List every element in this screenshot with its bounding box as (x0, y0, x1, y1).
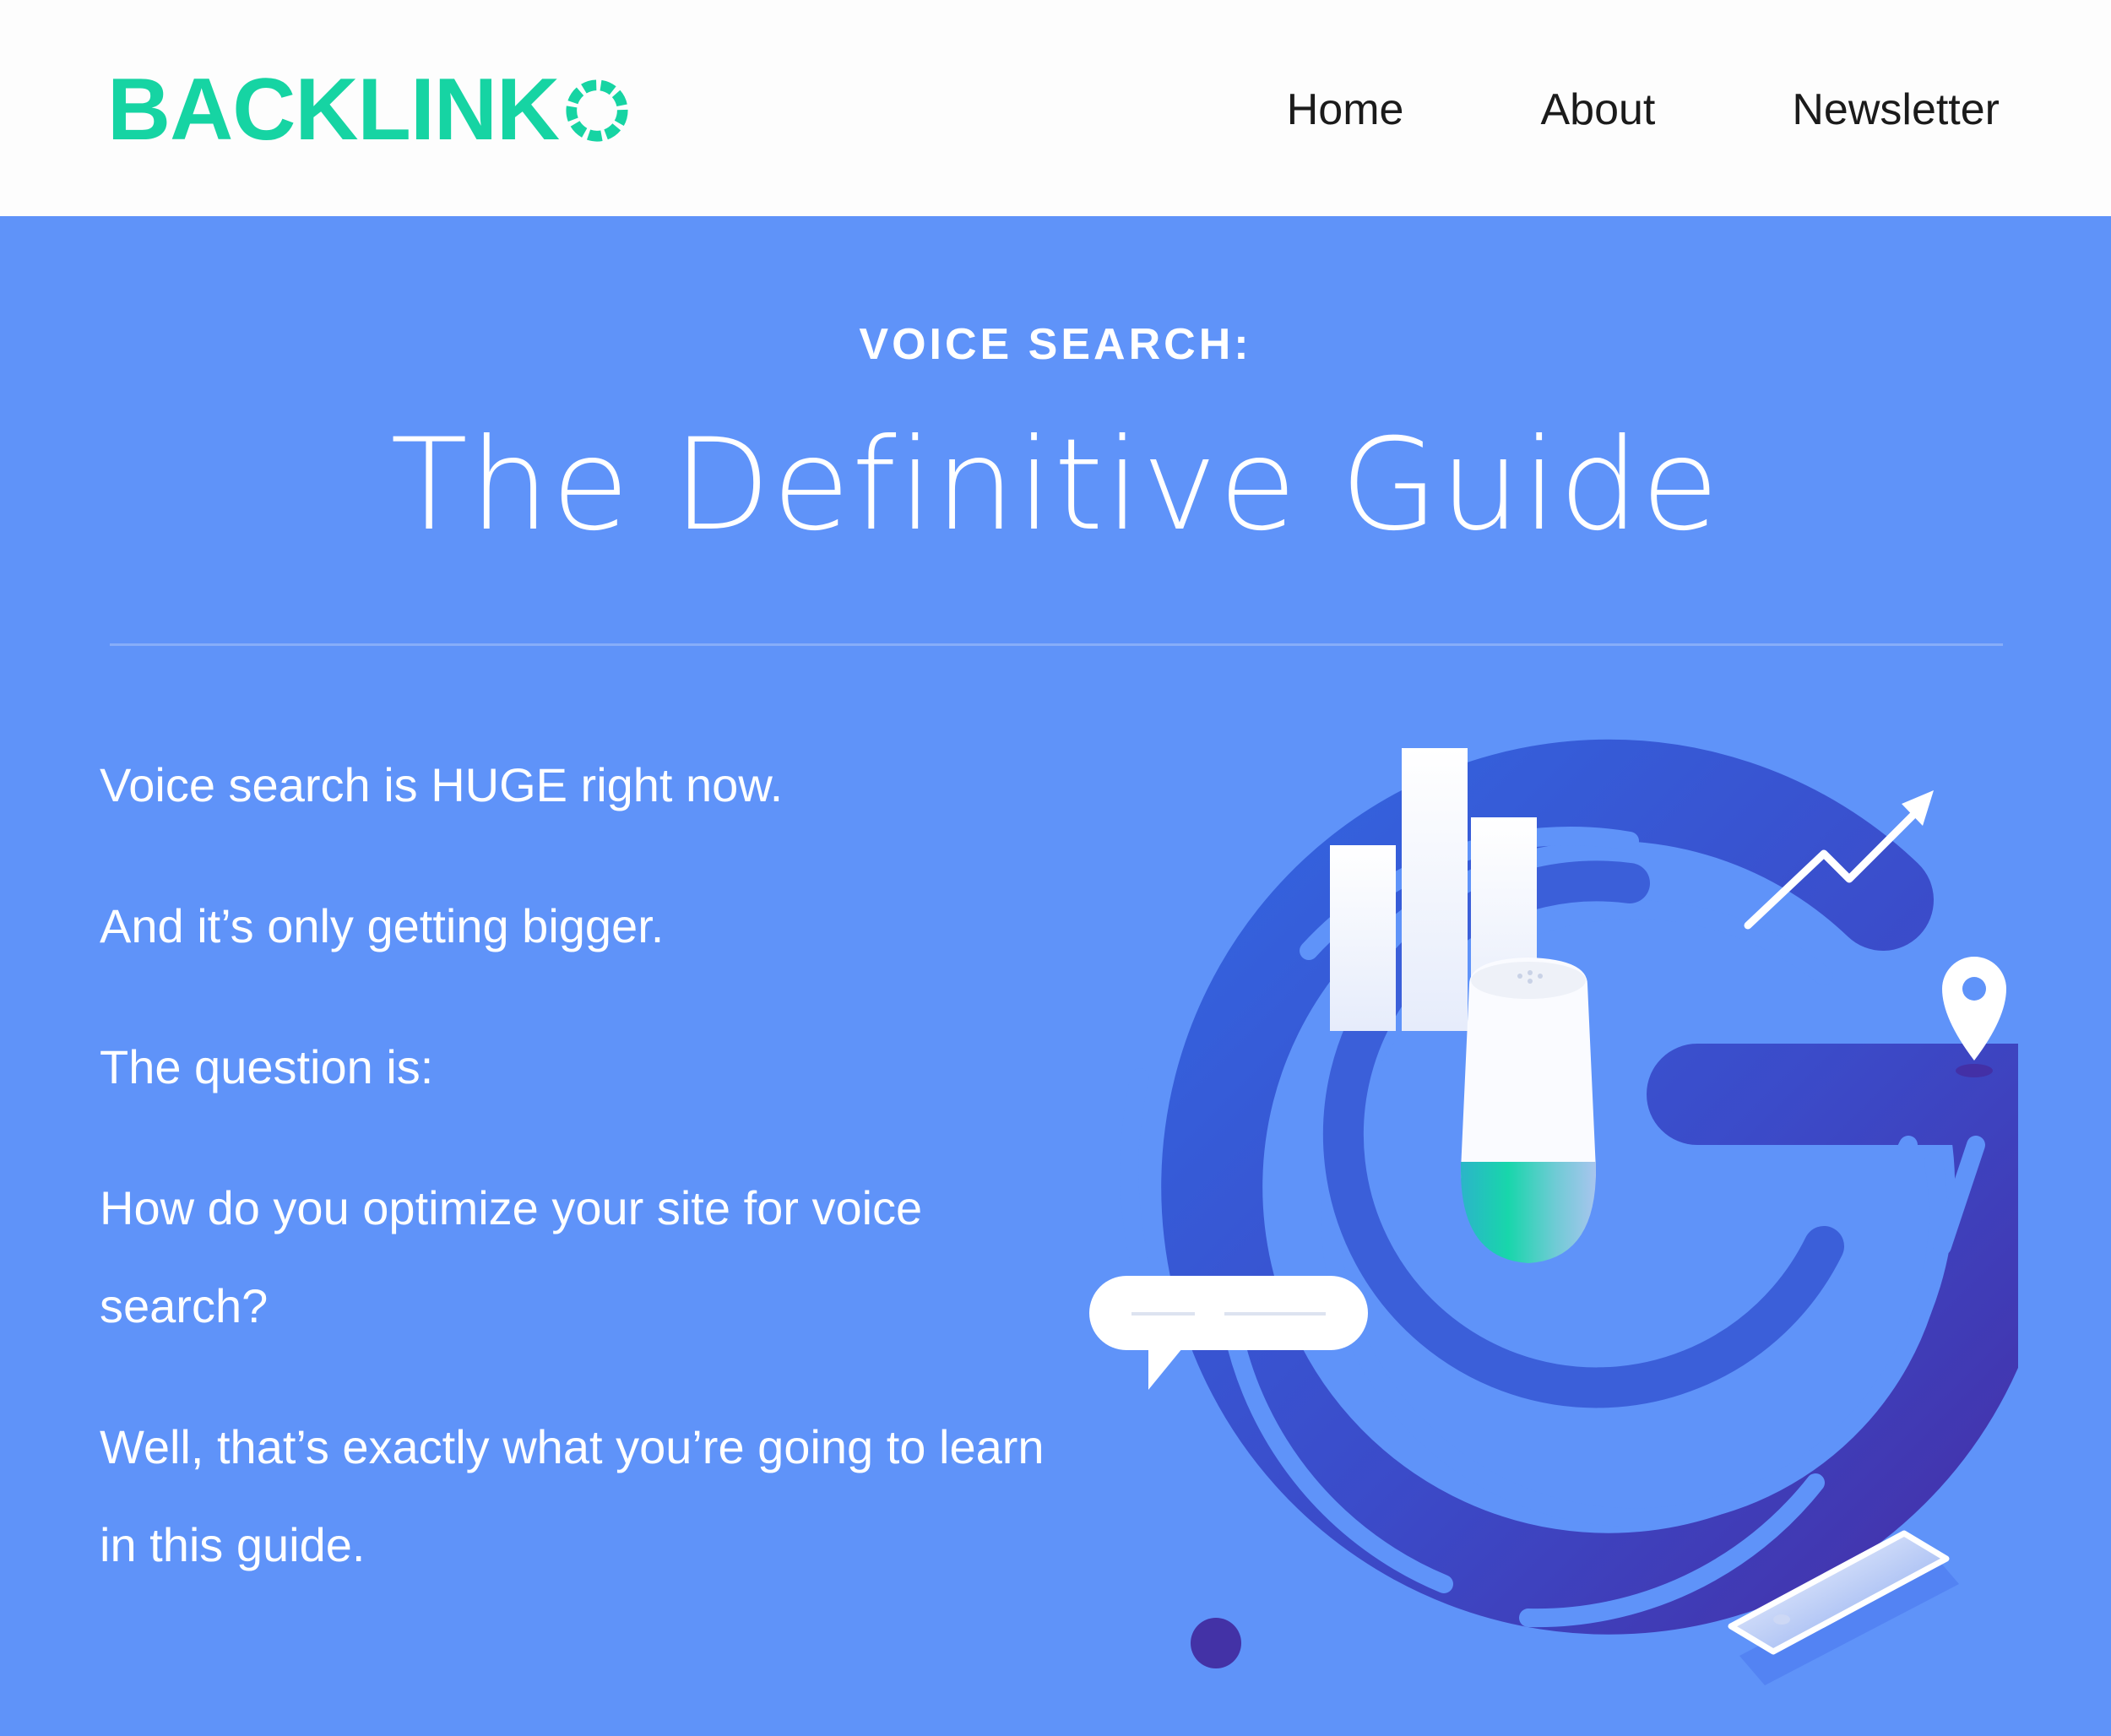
intro-paragraph: How do you optimize your site for voice … (100, 1181, 923, 1332)
smart-speaker-icon (1461, 958, 1596, 1263)
site-header: BACKLINK Home About Newsletter (0, 0, 2111, 216)
nav-about[interactable]: About (1540, 80, 1655, 139)
intro-paragraph: Well, that’s exactly what you’re going t… (100, 1420, 1045, 1571)
logo-wordmark: BACKLINK (107, 61, 560, 159)
nav-newsletter[interactable]: Newsletter (1792, 80, 2000, 139)
hero-section: VOICE SEARCH: The Definitive Guide Voice… (0, 216, 2111, 1736)
voice-search-illustration (1089, 739, 2018, 1685)
nav-home[interactable]: Home (1287, 80, 1404, 139)
backlinko-logo[interactable]: BACKLINK (107, 59, 630, 160)
intro-text: Voice search is HUGE right now. And it’s… (100, 736, 1054, 1594)
logo-o-icon (566, 79, 628, 142)
main-nav: Home About Newsletter (1150, 80, 2000, 139)
hero-kicker: VOICE SEARCH: (859, 320, 1252, 369)
intro-paragraph: Voice search is HUGE right now. (100, 758, 784, 811)
page-title: The Definitive Guide (390, 412, 1721, 559)
divider (110, 643, 2003, 646)
intro-paragraph: And it’s only getting bigger. (100, 899, 665, 952)
intro-paragraph: The question is: (100, 1040, 434, 1093)
